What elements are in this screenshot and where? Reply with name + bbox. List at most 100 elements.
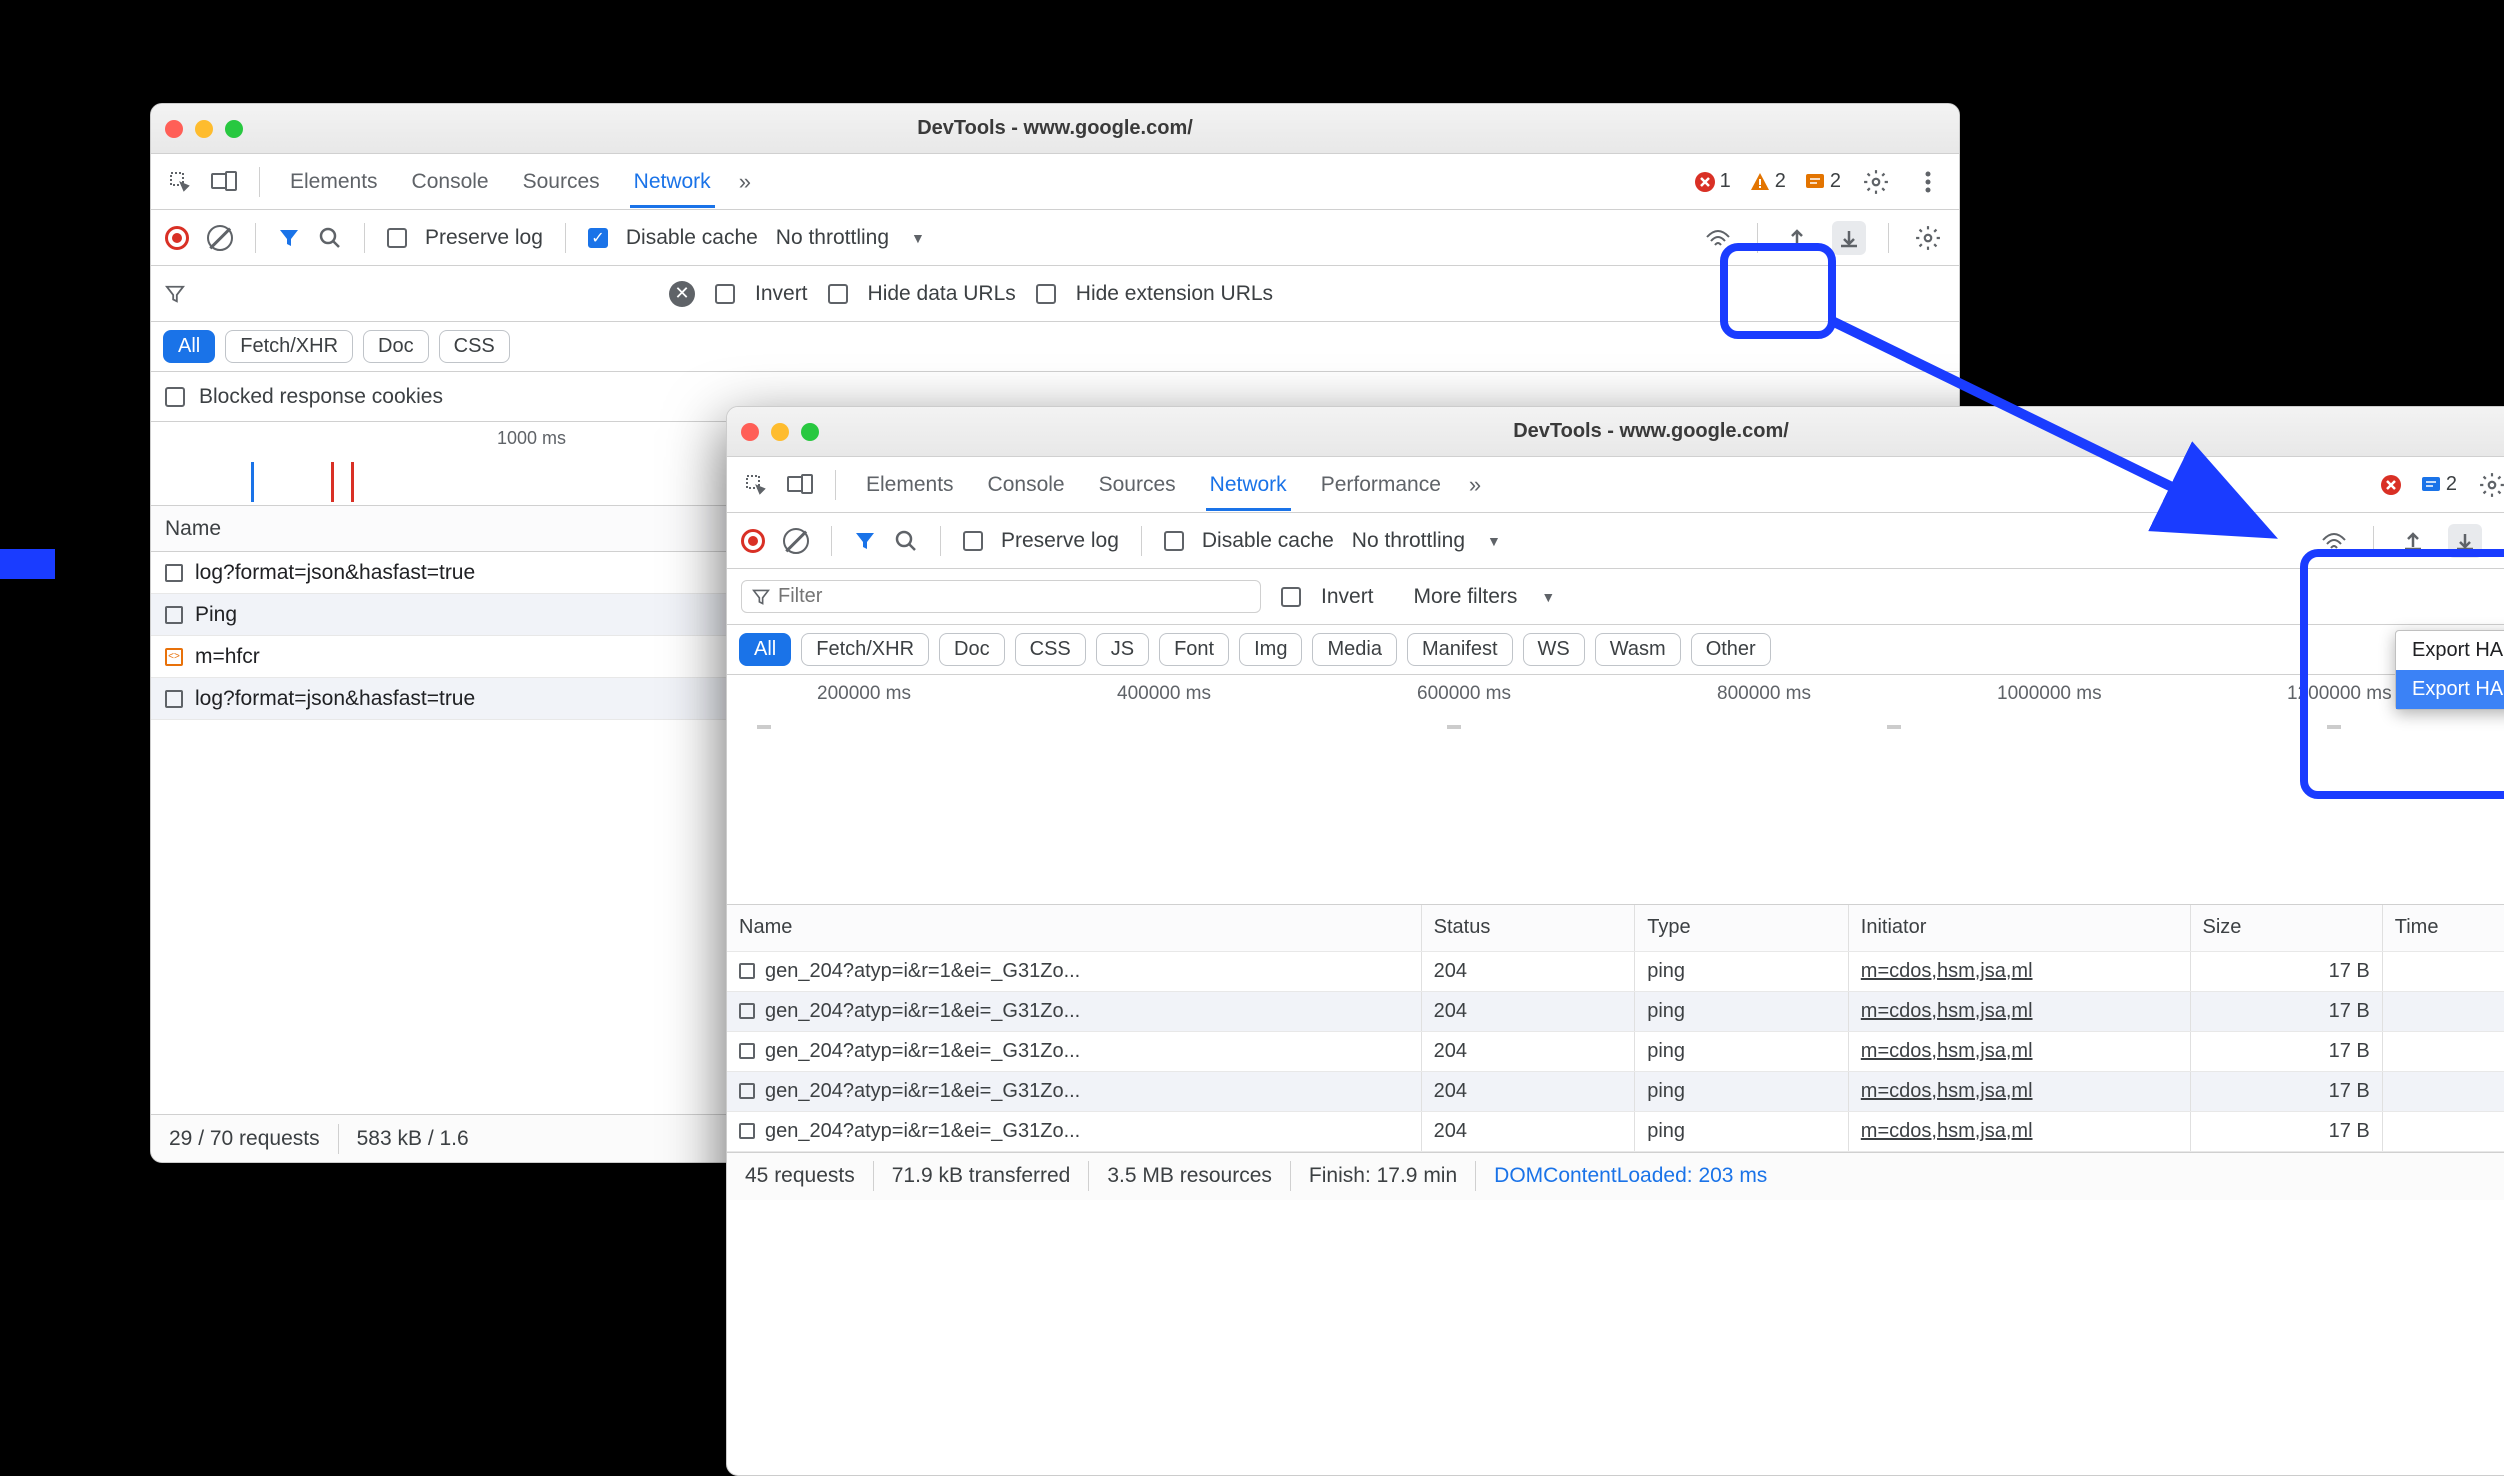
upload-har-icon[interactable] xyxy=(2396,524,2430,558)
chip-doc[interactable]: Doc xyxy=(939,633,1005,666)
filter-icon[interactable] xyxy=(854,530,876,552)
warning-badge[interactable]: 2 xyxy=(1749,170,1786,193)
disable-cache-checkbox[interactable] xyxy=(1164,531,1184,551)
tab-elements[interactable]: Elements xyxy=(286,156,382,208)
chip-ws[interactable]: WS xyxy=(1523,633,1585,666)
download-har-icon[interactable] xyxy=(2448,524,2482,558)
tab-console[interactable]: Console xyxy=(984,459,1069,511)
message-badge[interactable]: 2 xyxy=(1804,170,1841,193)
chip-all[interactable]: All xyxy=(163,330,215,363)
invert-checkbox[interactable] xyxy=(1281,587,1301,607)
tab-sources[interactable]: Sources xyxy=(1095,459,1180,511)
kebab-menu-icon[interactable] xyxy=(1911,165,1945,199)
message-badge[interactable]: 2 xyxy=(2420,473,2457,496)
chip-js[interactable]: JS xyxy=(1096,633,1149,666)
throttling-select[interactable]: No throttling xyxy=(776,226,889,250)
hide-ext-urls-checkbox[interactable] xyxy=(1036,284,1056,304)
search-icon[interactable] xyxy=(894,529,918,553)
timeline-label: 1200000 ms xyxy=(2287,683,2392,705)
disable-cache-checkbox[interactable]: ✓ xyxy=(588,228,608,248)
network-conditions-icon[interactable] xyxy=(2317,524,2351,558)
clear-button[interactable] xyxy=(207,225,233,251)
more-filters-label[interactable]: More filters xyxy=(1414,585,1518,609)
col-header-name[interactable]: Name xyxy=(727,905,1421,951)
chip-manifest[interactable]: Manifest xyxy=(1407,633,1513,666)
titlebar[interactable]: DevTools - www.google.com/ xyxy=(727,407,2504,457)
chip-css[interactable]: CSS xyxy=(439,330,510,363)
chip-font[interactable]: Font xyxy=(1159,633,1229,666)
filter-input[interactable] xyxy=(778,585,1250,608)
col-header-time[interactable]: Time xyxy=(2382,905,2504,951)
tab-network[interactable]: Network xyxy=(630,156,715,208)
cell-size: 17 B xyxy=(2190,951,2382,991)
network-settings-icon[interactable] xyxy=(1911,221,1945,255)
network-conditions-icon[interactable] xyxy=(1701,221,1735,255)
preserve-log-checkbox[interactable] xyxy=(963,531,983,551)
clear-filter-icon[interactable]: ✕ xyxy=(669,281,695,307)
record-button[interactable] xyxy=(741,529,765,553)
menu-item-export-sanitized[interactable]: Export HAR (sanitized)... xyxy=(2396,631,2504,670)
search-icon[interactable] xyxy=(318,226,342,250)
more-tabs-icon[interactable]: » xyxy=(1469,472,1481,498)
chip-fetchxhr[interactable]: Fetch/XHR xyxy=(801,633,929,666)
dropdown-caret-icon[interactable]: ▼ xyxy=(1487,533,1501,549)
col-header-type[interactable]: Type xyxy=(1635,905,1849,951)
record-button[interactable] xyxy=(165,226,189,250)
hide-data-urls-checkbox[interactable] xyxy=(828,284,848,304)
timeline-overview[interactable]: 200000 ms 400000 ms 600000 ms 800000 ms … xyxy=(727,675,2504,905)
chip-all[interactable]: All xyxy=(739,633,791,666)
table-row[interactable]: gen_204?atyp=i&r=1&ei=_G31Zo...204pingm=… xyxy=(727,1031,2504,1071)
error-badge[interactable]: 1 xyxy=(1694,170,1731,193)
settings-icon[interactable] xyxy=(1859,165,1893,199)
tab-sources[interactable]: Sources xyxy=(519,156,604,208)
download-har-icon[interactable] xyxy=(1832,221,1866,255)
inspect-element-icon[interactable] xyxy=(741,470,771,500)
status-domcontentloaded: DOMContentLoaded: 203 ms xyxy=(1494,1164,1767,1188)
tab-network[interactable]: Network xyxy=(1206,459,1291,511)
file-icon xyxy=(739,1083,755,1099)
filter-icon[interactable] xyxy=(278,227,300,249)
chip-fetchxhr[interactable]: Fetch/XHR xyxy=(225,330,353,363)
tab-performance[interactable]: Performance xyxy=(1317,459,1445,511)
chip-media[interactable]: Media xyxy=(1312,633,1396,666)
tab-elements[interactable]: Elements xyxy=(862,459,958,511)
table-row[interactable]: gen_204?atyp=i&r=1&ei=_G31Zo...204pingm=… xyxy=(727,991,2504,1031)
dropdown-caret-icon[interactable]: ▼ xyxy=(1541,589,1555,605)
dropdown-caret-icon[interactable]: ▼ xyxy=(911,230,925,246)
cell-type: ping xyxy=(1635,1071,1849,1111)
initiator-link[interactable]: m=cdos,hsm,jsa,ml xyxy=(1861,960,2033,982)
menu-item-export-sensitive[interactable]: Export HAR (with sensitive data)... xyxy=(2396,670,2504,709)
upload-har-icon[interactable] xyxy=(1780,221,1814,255)
table-row[interactable]: gen_204?atyp=i&r=1&ei=_G31Zo...204pingm=… xyxy=(727,1071,2504,1111)
titlebar[interactable]: DevTools - www.google.com/ xyxy=(151,104,1959,154)
separator xyxy=(1757,223,1758,253)
invert-checkbox[interactable] xyxy=(715,284,735,304)
chip-other[interactable]: Other xyxy=(1691,633,1771,666)
col-header-status[interactable]: Status xyxy=(1421,905,1635,951)
chip-wasm[interactable]: Wasm xyxy=(1595,633,1681,666)
blocked-cookies-checkbox[interactable] xyxy=(165,387,185,407)
table-row[interactable]: gen_204?atyp=i&r=1&ei=_G31Zo...204pingm=… xyxy=(727,951,2504,991)
device-toolbar-icon[interactable] xyxy=(785,470,815,500)
cell-type: ping xyxy=(1635,991,1849,1031)
initiator-link[interactable]: m=cdos,hsm,jsa,ml xyxy=(1861,1080,2033,1102)
col-header-initiator[interactable]: Initiator xyxy=(1848,905,2190,951)
chip-img[interactable]: Img xyxy=(1239,633,1302,666)
table-row[interactable]: gen_204?atyp=i&r=1&ei=_G31Zo...204pingm=… xyxy=(727,1111,2504,1151)
tab-console[interactable]: Console xyxy=(408,156,493,208)
chip-css[interactable]: CSS xyxy=(1015,633,1086,666)
throttling-select[interactable]: No throttling xyxy=(1352,529,1465,553)
device-toolbar-icon[interactable] xyxy=(209,167,239,197)
col-header-size[interactable]: Size xyxy=(2190,905,2382,951)
chip-doc[interactable]: Doc xyxy=(363,330,429,363)
clear-button[interactable] xyxy=(783,528,809,554)
more-tabs-icon[interactable]: » xyxy=(739,169,751,195)
preserve-log-checkbox[interactable] xyxy=(387,228,407,248)
initiator-link[interactable]: m=cdos,hsm,jsa,ml xyxy=(1861,1000,2033,1022)
warning-icon xyxy=(1749,171,1771,193)
initiator-link[interactable]: m=cdos,hsm,jsa,ml xyxy=(1861,1120,2033,1142)
settings-icon[interactable] xyxy=(2475,468,2504,502)
error-badge[interactable] xyxy=(2380,474,2402,496)
inspect-element-icon[interactable] xyxy=(165,167,195,197)
initiator-link[interactable]: m=cdos,hsm,jsa,ml xyxy=(1861,1040,2033,1062)
